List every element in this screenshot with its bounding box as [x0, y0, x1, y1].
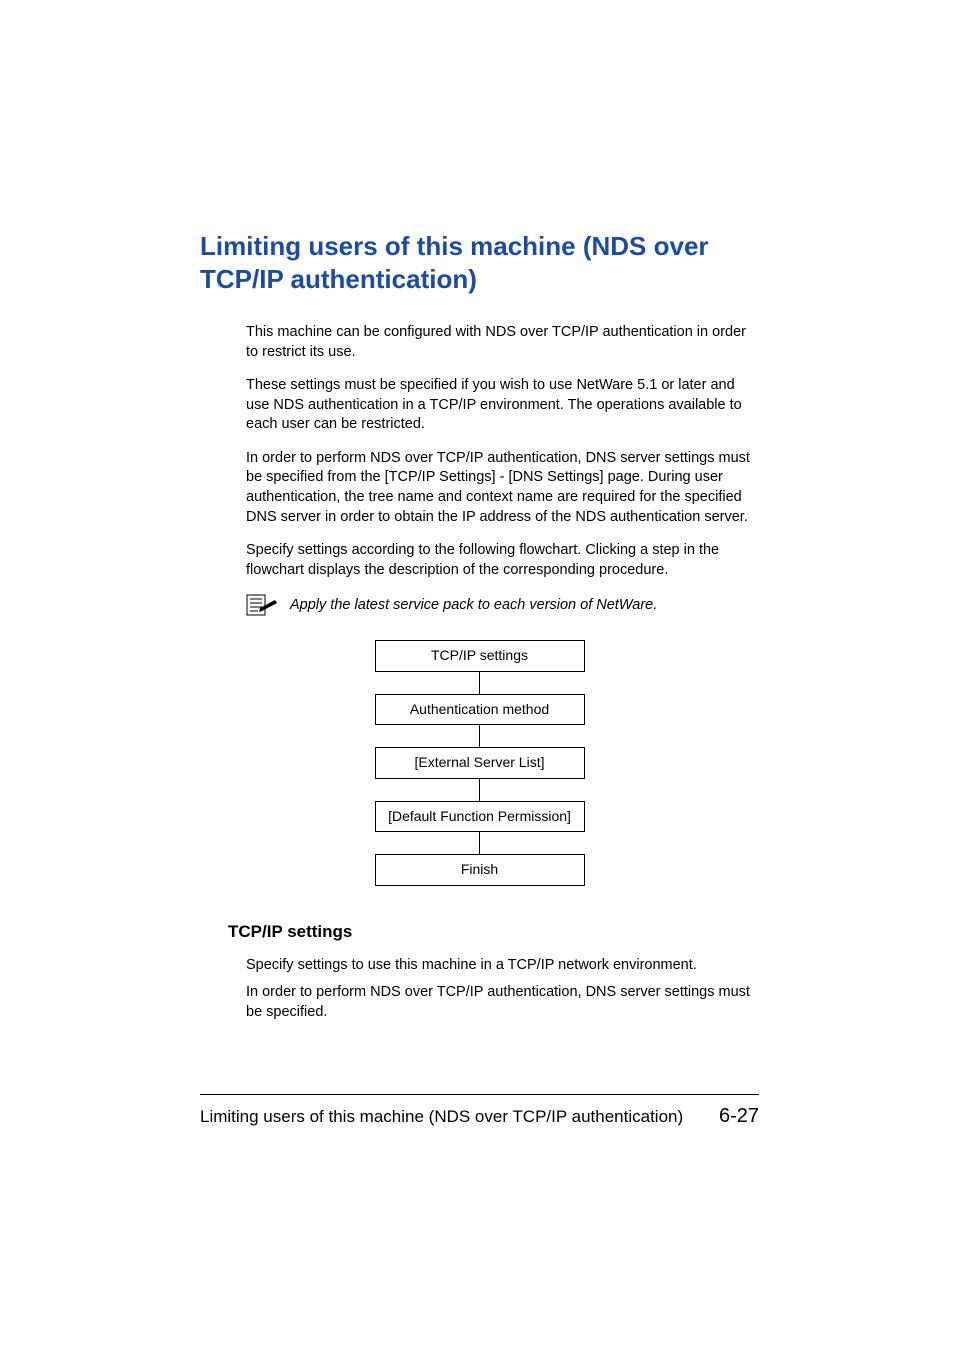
- note-text: Apply the latest service pack to each ve…: [290, 597, 657, 613]
- body-paragraph: In order to perform NDS over TCP/IP auth…: [246, 449, 759, 527]
- footer-page-number: 6-27: [719, 1105, 759, 1128]
- body-paragraph: Specify settings to use this machine in …: [246, 956, 759, 976]
- section-heading-tcpip: TCP/IP settings: [228, 922, 759, 942]
- body-paragraph: Specify settings according to the follow…: [246, 541, 759, 580]
- flowchart-connector: [479, 725, 480, 747]
- note-icon: [246, 594, 278, 616]
- flowchart: TCP/IP settings Authentication method [E…: [200, 640, 759, 886]
- footer-rule: [200, 1094, 759, 1095]
- flowchart-connector: [479, 832, 480, 854]
- body-paragraph: This machine can be configured with NDS …: [246, 323, 759, 362]
- body-paragraph: These settings must be specified if you …: [246, 376, 759, 435]
- flowchart-connector: [479, 779, 480, 801]
- footer-title: Limiting users of this machine (NDS over…: [200, 1107, 683, 1127]
- page-title: Limiting users of this machine (NDS over…: [200, 230, 759, 295]
- flowchart-step-default-permission[interactable]: [Default Function Permission]: [375, 801, 585, 833]
- flowchart-step-tcpip[interactable]: TCP/IP settings: [375, 640, 585, 672]
- flowchart-step-external-server[interactable]: [External Server List]: [375, 747, 585, 779]
- note: Apply the latest service pack to each ve…: [246, 594, 759, 616]
- body-paragraph: In order to perform NDS over TCP/IP auth…: [246, 983, 759, 1022]
- flowchart-step-finish: Finish: [375, 854, 585, 886]
- flowchart-connector: [479, 672, 480, 694]
- page-footer: Limiting users of this machine (NDS over…: [200, 1094, 759, 1128]
- flowchart-step-auth-method[interactable]: Authentication method: [375, 694, 585, 726]
